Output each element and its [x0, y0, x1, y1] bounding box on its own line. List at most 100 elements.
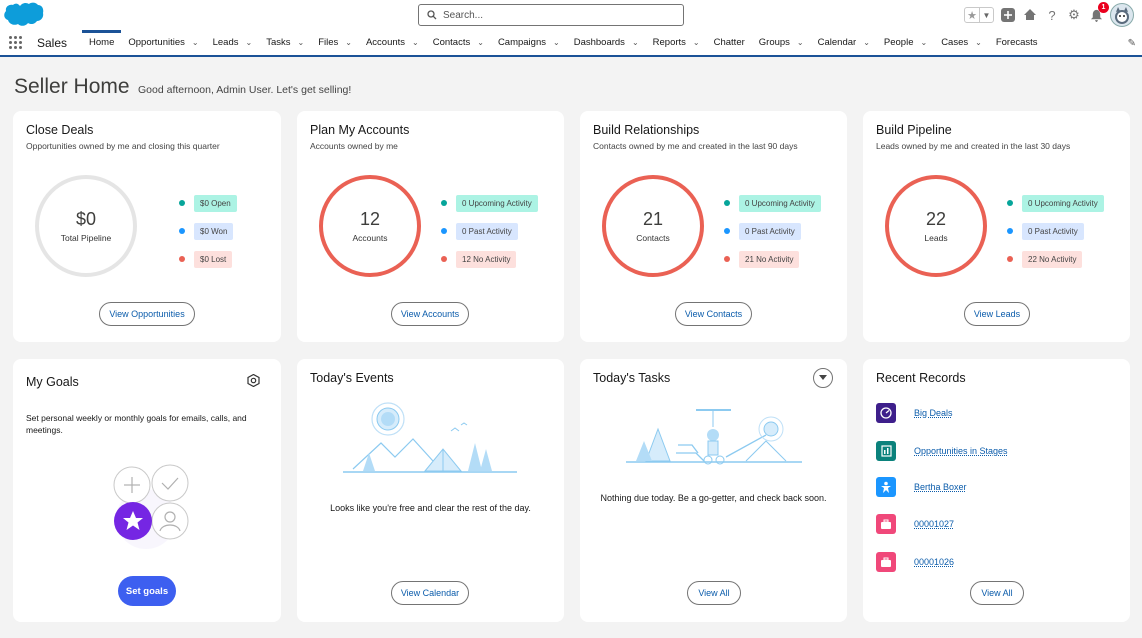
pill-none[interactable]: 12 No Activity [456, 250, 517, 268]
record-link[interactable]: Bertha Boxer [914, 482, 967, 492]
view-opportunities-button[interactable]: View Opportunities [99, 302, 195, 326]
chevron-down-icon[interactable]: ⌄ [632, 38, 639, 47]
set-goals-button[interactable]: Set goals [118, 576, 176, 606]
nav-tab-chatter[interactable]: Chatter [707, 30, 752, 55]
pill-none[interactable]: 22 No Activity [1022, 250, 1083, 268]
tasks-filter-dropdown[interactable] [813, 368, 833, 388]
help-icon[interactable]: ? [1044, 7, 1060, 23]
chevron-down-icon[interactable]: ⌄ [245, 38, 252, 47]
view-accounts-button[interactable]: View Accounts [391, 302, 469, 326]
todays-tasks-card: Today's Tasks Nothing due today. Be a go… [580, 359, 847, 622]
view-all-tasks-button[interactable]: View All [687, 581, 741, 605]
nav-tab-cases[interactable]: Cases ⌄ [934, 30, 989, 55]
record-link[interactable]: Opportunities in Stages [914, 446, 1008, 456]
chevron-down-icon[interactable]: ⌄ [797, 38, 804, 47]
recent-record-item[interactable]: 00001026 [876, 552, 954, 572]
nav-tab-tasks[interactable]: Tasks ⌄ [259, 30, 311, 55]
pill-upcoming[interactable]: 0 Upcoming Activity [456, 194, 538, 212]
card-title: Recent Records [876, 371, 966, 385]
view-leads-button[interactable]: View Leads [964, 302, 1030, 326]
view-calendar-button[interactable]: View Calendar [391, 581, 469, 605]
record-link[interactable]: 00001026 [914, 557, 954, 567]
nav-tab-accounts[interactable]: Accounts ⌄ [359, 30, 426, 55]
gear-icon[interactable]: ⚙ [1066, 7, 1082, 23]
chevron-down-icon[interactable]: ⌄ [412, 38, 419, 47]
page-title: Seller Home [14, 75, 130, 98]
global-search[interactable] [418, 4, 684, 26]
chevron-down-icon[interactable]: ⌄ [345, 38, 352, 47]
bell-icon[interactable]: 1 [1088, 2, 1109, 23]
nav-tab-contacts[interactable]: Contacts ⌄ [426, 30, 491, 55]
card-title: Build Relationships [593, 123, 700, 137]
nav-tab-people[interactable]: People ⌄ [877, 30, 934, 55]
trailhead-icon[interactable] [1022, 7, 1038, 23]
nav-tab-dashboards[interactable]: Dashboards ⌄ [567, 30, 646, 55]
lead-icon [876, 477, 896, 497]
nav-tab-forecasts[interactable]: Forecasts [989, 30, 1045, 55]
my-goals-card: My Goals Set personal weekly or monthly … [13, 359, 281, 622]
nav-tab-opportunities[interactable]: Opportunities ⌄ [121, 30, 205, 55]
build-pipeline-card: Build Pipeline Leads owned by me and cre… [863, 111, 1130, 342]
plan-accounts-card: Plan My Accounts Accounts owned by me 12… [297, 111, 564, 342]
pill-won[interactable]: $0 Won [194, 222, 234, 240]
nav-tab-home[interactable]: Home [82, 30, 122, 55]
view-contacts-button[interactable]: View Contacts [675, 302, 752, 326]
metric-pills: 0 Upcoming Activity 0 Past Activity 21 N… [724, 189, 821, 273]
recent-record-item[interactable]: Opportunities in Stages [876, 441, 1008, 461]
chevron-down-icon[interactable]: ⌄ [297, 38, 304, 47]
nav-tab-calendar[interactable]: Calendar ⌄ [811, 30, 877, 55]
chevron-down-icon[interactable]: ⌄ [920, 38, 927, 47]
nav-tab-label: Contacts [432, 37, 471, 48]
global-actions-icon[interactable] [1000, 7, 1016, 23]
chevron-down-icon[interactable]: ⌄ [553, 38, 560, 47]
pill-upcoming[interactable]: 0 Upcoming Activity [1022, 194, 1104, 212]
app-launcher-icon[interactable] [9, 35, 23, 50]
ring-value: $0 [75, 209, 97, 229]
record-link[interactable]: 00001027 [914, 519, 954, 529]
events-empty-text: Looks like you're free and clear the res… [330, 503, 531, 513]
pill-none[interactable]: 21 No Activity [739, 250, 800, 268]
edit-nav-icon[interactable]: ✎ [1128, 38, 1136, 49]
pill-upcoming[interactable]: 0 Upcoming Activity [739, 194, 821, 212]
pill-past[interactable]: 0 Past Activity [739, 222, 801, 240]
chevron-down-icon[interactable]: ⌄ [477, 38, 484, 47]
nav-tab-label: People [883, 37, 914, 48]
chevron-down-icon[interactable]: ▼ [979, 8, 993, 22]
leads-ring: 22 Leads [885, 175, 987, 277]
nav-tab-leads[interactable]: Leads ⌄ [206, 30, 260, 55]
nav-tab-label: Dashboards [573, 37, 625, 48]
ring-value: 21 [642, 209, 664, 229]
chevron-down-icon[interactable]: ⌄ [863, 38, 870, 47]
pill-lost[interactable]: $0 Lost [194, 250, 233, 268]
camping-illustration [343, 402, 517, 473]
chevron-down-icon[interactable]: ⌄ [693, 38, 700, 47]
chevron-down-icon[interactable]: ⌄ [192, 38, 199, 47]
recent-record-item[interactable]: Bertha Boxer [876, 477, 967, 497]
nav-tab-campaigns[interactable]: Campaigns ⌄ [491, 30, 567, 55]
settings-icon[interactable] [247, 374, 260, 387]
pill-open[interactable]: $0 Open [194, 194, 237, 212]
app-name: Sales [37, 35, 68, 50]
view-all-records-button[interactable]: View All [970, 581, 1024, 605]
tasks-empty-text: Nothing due today. Be a go-getter, and c… [600, 493, 827, 503]
star-icon[interactable]: ★ [965, 8, 979, 22]
record-link[interactable]: Big Deals [914, 408, 953, 418]
goals-illustration [113, 464, 189, 549]
notification-badge: 1 [1098, 2, 1109, 13]
nav-tab-files[interactable]: Files ⌄ [311, 30, 359, 55]
recent-record-item[interactable]: 00001027 [876, 514, 954, 534]
nav-tab-label: Chatter [713, 37, 745, 48]
nav-tab-groups[interactable]: Groups ⌄ [752, 30, 811, 55]
salesforce-logo[interactable] [4, 2, 44, 29]
favorites-control[interactable]: ★ ▼ [964, 7, 994, 23]
search-input[interactable] [443, 9, 663, 21]
ring-label: Accounts [352, 233, 388, 243]
recent-record-item[interactable]: Big Deals [876, 403, 953, 423]
metric-pills: $0 Open $0 Won $0 Lost [179, 189, 237, 273]
nav-tab-reports[interactable]: Reports ⌄ [646, 30, 707, 55]
chevron-down-icon[interactable]: ⌄ [975, 38, 982, 47]
nav-tab-label: Groups [758, 37, 790, 48]
pill-past[interactable]: 0 Past Activity [456, 222, 518, 240]
avatar[interactable] [1110, 3, 1134, 27]
pill-past[interactable]: 0 Past Activity [1022, 222, 1084, 240]
